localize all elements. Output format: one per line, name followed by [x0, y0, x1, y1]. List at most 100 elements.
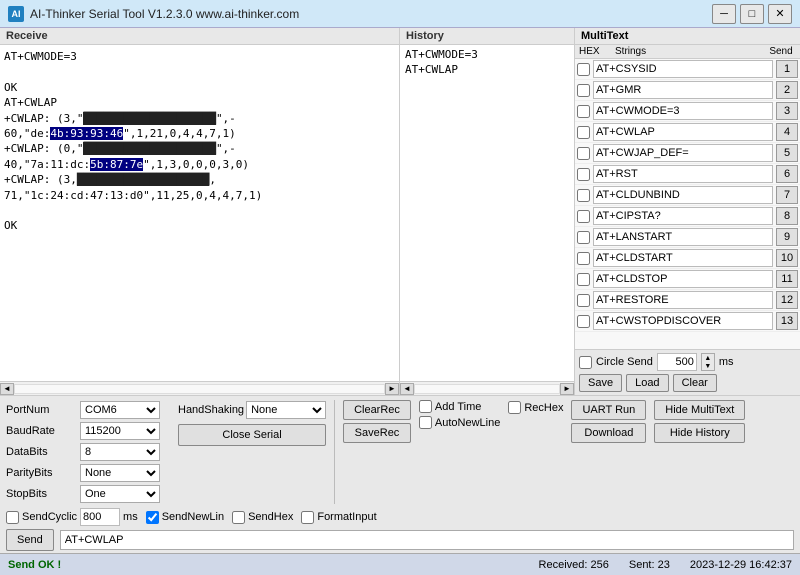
mt-hex-checkbox-2[interactable] — [577, 105, 590, 118]
mt-text-input-4[interactable] — [593, 144, 773, 162]
mt-text-input-6[interactable] — [593, 186, 773, 204]
baudrate-select[interactable]: 115200 — [80, 422, 160, 440]
mt-hex-checkbox-8[interactable] — [577, 231, 590, 244]
history-panel: History AT+CWMODE=3 AT+CWLAP ◄ ► — [400, 28, 575, 395]
handshaking-select[interactable]: None — [246, 401, 326, 419]
receive-scrollbar-h[interactable]: ◄ ► — [0, 381, 399, 395]
handshaking-row: HandShaking None — [178, 400, 326, 420]
title-left: AI AI-Thinker Serial Tool V1.2.3.0 www.a… — [8, 6, 299, 22]
mt-text-input-11[interactable] — [593, 291, 773, 309]
format-input-checkbox[interactable] — [301, 511, 314, 524]
uart-run-button[interactable]: UART Run — [571, 400, 646, 420]
controls-main-row: PortNum COM6 BaudRate 115200 DataBits 8 … — [6, 400, 794, 504]
mt-text-input-5[interactable] — [593, 165, 773, 183]
mt-send-btn-7[interactable]: 8 — [776, 207, 798, 225]
mt-hex-checkbox-3[interactable] — [577, 126, 590, 139]
hide-multitext-button[interactable]: Hide MultiText — [654, 400, 745, 420]
send-button[interactable]: Send — [6, 529, 54, 551]
mt-text-input-8[interactable] — [593, 228, 773, 246]
format-input-label: FormatInput — [317, 511, 376, 523]
rec-hex-checkbox[interactable] — [508, 401, 521, 414]
scroll-left-btn[interactable]: ◄ — [0, 383, 14, 395]
load-button[interactable]: Load — [626, 374, 668, 392]
mt-hex-checkbox-5[interactable] — [577, 168, 590, 181]
mt-hex-checkbox-4[interactable] — [577, 147, 590, 160]
cyclic-ms-input[interactable] — [80, 508, 120, 526]
mt-send-btn-1[interactable]: 2 — [776, 81, 798, 99]
receive-line: 40,"7a:11:dc:5b:87:7e",1,3,0,0,0,3,0) — [4, 157, 395, 172]
send-cyclic-checkbox[interactable] — [6, 511, 19, 524]
mt-hex-checkbox-7[interactable] — [577, 210, 590, 223]
receive-line: +CWLAP: (0,"████████████████████",- — [4, 141, 395, 156]
stopbits-select[interactable]: One — [80, 485, 160, 503]
save-button[interactable]: Save — [579, 374, 622, 392]
send-input-row: Send — [6, 529, 794, 551]
send-newline-checkbox[interactable] — [146, 511, 159, 524]
mt-text-input-3[interactable] — [593, 123, 773, 141]
mt-hex-checkbox-12[interactable] — [577, 315, 590, 328]
mt-send-btn-12[interactable]: 13 — [776, 312, 798, 330]
mt-hex-checkbox-6[interactable] — [577, 189, 590, 202]
history-scroll-left[interactable]: ◄ — [400, 383, 414, 395]
send-text-input[interactable] — [60, 530, 794, 550]
mt-send-btn-9[interactable]: 10 — [776, 249, 798, 267]
mt-send-btn-0[interactable]: 1 — [776, 60, 798, 78]
history-item[interactable]: AT+CWMODE=3 — [402, 47, 572, 62]
auto-newline-checkbox[interactable] — [419, 416, 432, 429]
ms-spinner-down[interactable]: ▼ — [702, 362, 714, 370]
circle-send-checkbox[interactable] — [579, 356, 592, 369]
mt-hex-checkbox-10[interactable] — [577, 273, 590, 286]
mt-text-input-9[interactable] — [593, 249, 773, 267]
add-time-checkbox[interactable] — [419, 400, 432, 413]
send-hex-checkbox[interactable] — [232, 511, 245, 524]
receive-panel: Receive AT+CWMODE=3 OK AT+CWLAP +CWLAP: … — [0, 28, 400, 395]
hide-history-button[interactable]: Hide History — [654, 423, 745, 443]
mt-send-btn-11[interactable]: 12 — [776, 291, 798, 309]
ms-spinner[interactable]: ▲ ▼ — [701, 353, 715, 371]
scroll-right-btn[interactable]: ► — [385, 383, 399, 395]
mt-hex-checkbox-0[interactable] — [577, 63, 590, 76]
stopbits-label: StopBits — [6, 488, 78, 500]
history-scroll-right[interactable]: ► — [560, 383, 574, 395]
add-time-label: Add Time — [435, 401, 481, 413]
mt-send-btn-5[interactable]: 6 — [776, 165, 798, 183]
mt-send-btn-10[interactable]: 11 — [776, 270, 798, 288]
save-rec-button[interactable]: SaveRec — [343, 423, 411, 443]
download-button[interactable]: Download — [571, 423, 646, 443]
mt-send-btn-3[interactable]: 4 — [776, 123, 798, 141]
hide-buttons: Hide MultiText Hide History — [654, 400, 745, 443]
ms-spinner-up[interactable]: ▲ — [702, 354, 714, 362]
history-item[interactable]: AT+CWLAP — [402, 62, 572, 77]
add-time-row: Add Time — [419, 400, 500, 413]
clear-button[interactable]: Clear — [673, 374, 717, 392]
mt-send-btn-2[interactable]: 3 — [776, 102, 798, 120]
mt-hex-checkbox-9[interactable] — [577, 252, 590, 265]
portnum-select[interactable]: COM6 — [80, 401, 160, 419]
auto-newline-label: AutoNewLine — [435, 417, 500, 429]
maximize-button[interactable]: □ — [740, 4, 764, 24]
mt-text-input-12[interactable] — [593, 312, 773, 330]
multitext-row: 10 — [575, 248, 800, 269]
mt-text-input-10[interactable] — [593, 270, 773, 288]
multitext-row: 5 — [575, 143, 800, 164]
close-button[interactable]: ✕ — [768, 4, 792, 24]
close-serial-button[interactable]: Close Serial — [178, 424, 326, 446]
mt-send-btn-8[interactable]: 9 — [776, 228, 798, 246]
mt-hex-checkbox-1[interactable] — [577, 84, 590, 97]
mt-text-input-7[interactable] — [593, 207, 773, 225]
mt-text-input-2[interactable] — [593, 102, 773, 120]
paritybits-select[interactable]: None — [80, 464, 160, 482]
mt-send-btn-4[interactable]: 5 — [776, 144, 798, 162]
send-newline-label: SendNewLin — [162, 511, 224, 523]
port-settings: PortNum COM6 BaudRate 115200 DataBits 8 … — [6, 400, 170, 504]
mt-send-btn-6[interactable]: 7 — [776, 186, 798, 204]
send-ok-status: Send OK ! — [8, 559, 61, 571]
mt-hex-checkbox-11[interactable] — [577, 294, 590, 307]
databits-select[interactable]: 8 — [80, 443, 160, 461]
circle-send-input[interactable] — [657, 353, 697, 371]
clear-rec-button[interactable]: ClearRec — [343, 400, 411, 420]
mt-text-input-0[interactable] — [593, 60, 773, 78]
history-scrollbar-h[interactable]: ◄ ► — [400, 381, 574, 395]
minimize-button[interactable]: ─ — [712, 4, 736, 24]
mt-text-input-1[interactable] — [593, 81, 773, 99]
